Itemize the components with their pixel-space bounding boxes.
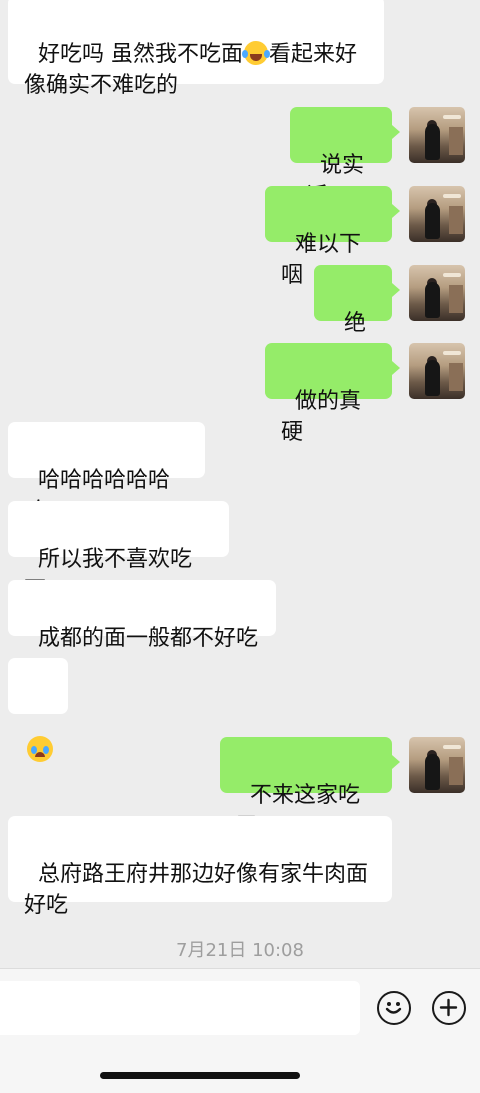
message-input[interactable] — [0, 981, 360, 1035]
message-text: 成都的面一般都不好吃 — [38, 626, 259, 651]
message-text: 总府路王府井那边好像有家牛肉面 好吃 — [24, 862, 369, 918]
message-bubble-incoming[interactable] — [8, 658, 68, 762]
message-bubble-incoming[interactable]: 好吃吗 虽然我不吃面 看起来好 像确实不难吃的 — [8, 0, 384, 98]
user-avatar[interactable] — [409, 107, 465, 163]
message-bubble-outgoing[interactable]: 做的真硬 — [265, 343, 400, 445]
message-bubble-outgoing[interactable]: 难以下咽 — [265, 186, 400, 288]
message-text: 做的真硬 — [281, 389, 362, 445]
message-bubble-outgoing[interactable]: 说实话 — [290, 107, 400, 209]
user-avatar[interactable] — [409, 737, 465, 793]
home-indicator[interactable] — [100, 1072, 300, 1079]
smiley-icon — [385, 1002, 402, 1014]
message-bubble-incoming[interactable]: 所以我不喜欢吃面 — [8, 501, 229, 603]
plus-button[interactable] — [432, 991, 466, 1025]
crying-face-emoji-icon — [27, 736, 53, 762]
user-avatar[interactable] — [409, 265, 465, 321]
user-avatar[interactable] — [409, 343, 465, 399]
plus-circle-icon — [439, 998, 458, 1017]
message-timestamp: 7月21日 10:08 — [176, 940, 304, 961]
message-bubble-outgoing[interactable]: 绝了 — [314, 265, 400, 367]
message-bubble-incoming[interactable]: 总府路王府井那边好像有家牛肉面 好吃 — [8, 816, 392, 918]
message-bubble-outgoing[interactable]: 不来这家吃了 — [220, 737, 400, 839]
laughing-tears-emoji-icon — [242, 41, 270, 65]
message-bubble-incoming[interactable]: 哈哈哈哈哈哈哈 — [8, 422, 205, 524]
user-avatar[interactable] — [409, 186, 465, 242]
message-text: 好吃吗 虽然我不吃面 — [38, 42, 243, 67]
emoji-button[interactable] — [377, 991, 411, 1025]
message-bubble-incoming[interactable]: 成都的面一般都不好吃 — [8, 580, 276, 651]
